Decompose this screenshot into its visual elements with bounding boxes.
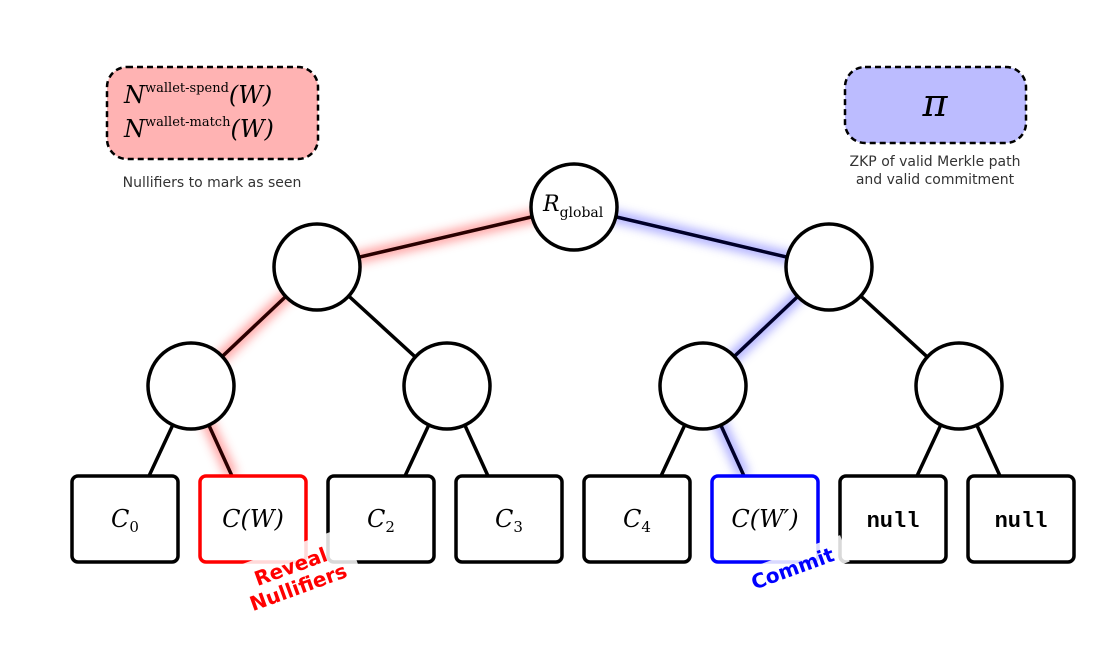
node-ll — [146, 341, 236, 431]
node-rl — [658, 341, 748, 431]
internal-nodes — [146, 222, 1004, 431]
leaf-node: C3 — [454, 474, 564, 564]
proof-caption-line-1: ZKP of valid Merkle path — [850, 154, 1021, 170]
leaf-node: C0 — [70, 474, 180, 564]
leaf-label: null — [995, 509, 1048, 534]
nullifier-box: Nwallet-spend(W) Nwallet-match(W) — [105, 65, 320, 161]
red-path-glow — [185, 201, 576, 479]
leaf-nodes: C0 C(W) C2 C3 C4 C(W′) null null — [70, 474, 1076, 564]
root-node: Rglobal — [529, 162, 619, 252]
node-rr — [914, 341, 1004, 431]
leaf-node: null — [966, 474, 1076, 564]
leaf-label: null — [867, 509, 920, 534]
leaf-label: C(W) — [222, 505, 284, 533]
leaf-label: C(W′) — [731, 505, 798, 533]
nullifier-caption: Nullifiers to mark as seen — [123, 175, 302, 191]
proof-caption-line-2: and valid commitment — [856, 172, 1015, 188]
pi-symbol: π — [922, 81, 949, 125]
merkle-tree-diagram: Nwallet-spend(W) Nwallet-match(W) Nullif… — [70, 65, 1076, 622]
node-left — [272, 222, 362, 312]
node-lr — [402, 341, 492, 431]
node-right — [784, 222, 874, 312]
leaf-node: null — [838, 474, 948, 564]
leaf-node: C4 — [582, 474, 692, 564]
proof-box: π — [843, 65, 1028, 145]
